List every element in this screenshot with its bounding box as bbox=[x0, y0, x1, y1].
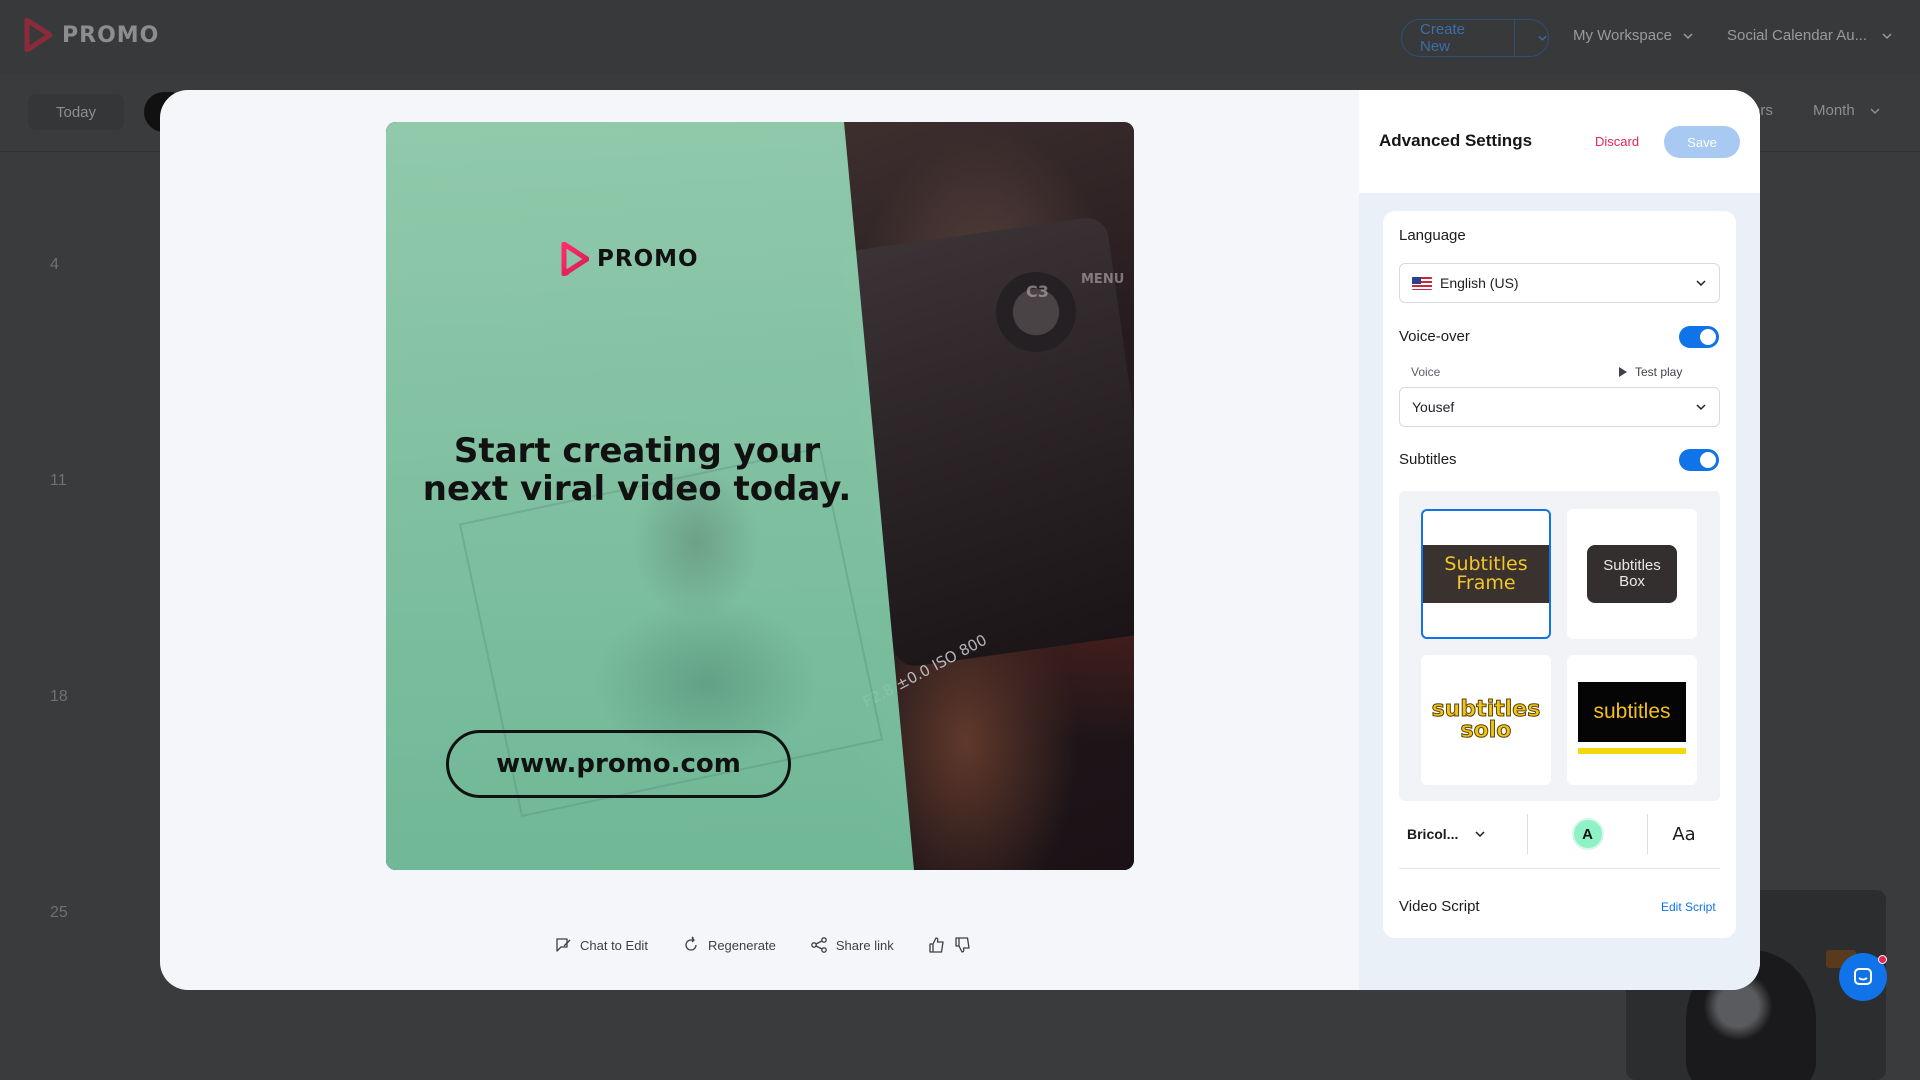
settings-header: Advanced Settings Discard Save bbox=[1359, 90, 1760, 193]
camera-label-c3: C3 bbox=[1026, 282, 1049, 301]
font-value: Bricol... bbox=[1407, 826, 1459, 842]
calendar-day: 25 bbox=[50, 904, 68, 921]
preview-area: C3 MENU F2.8 ±0.0 ISO 800 PROMO Start cr… bbox=[160, 90, 1359, 990]
chat-to-edit-label: Chat to Edit bbox=[580, 937, 648, 953]
voice-label: Voice bbox=[1411, 365, 1441, 379]
test-play-label: Test play bbox=[1635, 365, 1683, 379]
feedback-buttons bbox=[928, 936, 972, 954]
language-label: Language bbox=[1399, 227, 1466, 244]
promo-logo-icon bbox=[24, 18, 52, 52]
voiceover-label: Voice-over bbox=[1399, 328, 1470, 345]
app-logo[interactable]: PROMO bbox=[24, 18, 159, 52]
chevron-down-icon bbox=[1683, 32, 1693, 39]
thumbs-up-icon[interactable] bbox=[928, 936, 946, 954]
subtitle-style-box[interactable]: Subtitles Box bbox=[1567, 509, 1697, 639]
advanced-settings-panel: Advanced Settings Discard Save Language … bbox=[1359, 90, 1760, 990]
video-preview[interactable]: C3 MENU F2.8 ±0.0 ISO 800 PROMO Start cr… bbox=[386, 122, 1134, 870]
today-button[interactable]: Today bbox=[28, 94, 124, 130]
settings-card: Language English (US) Voice-over Voice T… bbox=[1383, 211, 1736, 938]
video-url-pill: www.promo.com bbox=[446, 730, 791, 798]
video-headline: Start creating your next viral video tod… bbox=[422, 431, 852, 509]
us-flag-icon bbox=[1412, 276, 1432, 290]
subtitles-label: Subtitles bbox=[1399, 451, 1457, 468]
workspace-dropdown[interactable]: My Workspace bbox=[1573, 27, 1694, 44]
regenerate-icon bbox=[685, 936, 697, 951]
calendar-label: Social Calendar Au... bbox=[1727, 27, 1868, 44]
share-link-button[interactable]: Share link bbox=[810, 936, 894, 954]
style-frame-preview: Subtitles Frame bbox=[1423, 545, 1549, 603]
chat-edit-icon bbox=[556, 938, 571, 952]
video-script-label: Video Script bbox=[1399, 898, 1480, 915]
app-logo-text: PROMO bbox=[62, 22, 160, 48]
voiceover-toggle[interactable] bbox=[1679, 326, 1719, 348]
settings-title: Advanced Settings bbox=[1379, 131, 1533, 150]
share-icon bbox=[811, 937, 827, 953]
chat-icon bbox=[1854, 968, 1872, 985]
section-divider bbox=[1399, 868, 1720, 869]
voice-select[interactable]: Yousef bbox=[1399, 387, 1720, 427]
voice-value: Yousef bbox=[1412, 399, 1455, 415]
discard-button[interactable]: Discard bbox=[1595, 134, 1639, 149]
chevron-down-icon bbox=[1882, 32, 1892, 39]
chat-to-edit-button[interactable]: Chat to Edit bbox=[554, 936, 648, 954]
language-select[interactable]: English (US) bbox=[1399, 263, 1720, 303]
chevron-down-icon bbox=[1696, 280, 1706, 287]
edit-script-link[interactable]: Edit Script bbox=[1661, 900, 1716, 914]
font-dropdown[interactable]: Bricol... bbox=[1399, 826, 1527, 842]
calendar-day: 18 bbox=[50, 688, 68, 705]
month-label: Month bbox=[1813, 102, 1855, 119]
create-new-button[interactable]: Create New bbox=[1401, 19, 1549, 57]
video-editor-modal: C3 MENU F2.8 ±0.0 ISO 800 PROMO Start cr… bbox=[160, 90, 1760, 990]
subtitle-styles: Subtitles Frame Subtitles Box subtitles sol… bbox=[1399, 491, 1720, 801]
thumbs-down-icon[interactable] bbox=[954, 936, 972, 954]
test-play-button[interactable]: Test play bbox=[1619, 365, 1682, 379]
preview-actions: Chat to Edit Regenerate Share link bbox=[554, 936, 972, 954]
workspace-label: My Workspace bbox=[1573, 27, 1672, 44]
subtitle-format-toolbar: Bricol... A Aa bbox=[1399, 809, 1720, 859]
regenerate-button[interactable]: Regenerate bbox=[682, 936, 776, 954]
subtitle-style-solo[interactable]: subtitles solo bbox=[1421, 655, 1551, 785]
regenerate-label: Regenerate bbox=[707, 937, 776, 953]
calendar-day: 11 bbox=[50, 472, 67, 489]
style-bar-preview: subtitles bbox=[1578, 682, 1686, 758]
play-icon bbox=[1619, 367, 1627, 377]
style-solo-preview: subtitles solo bbox=[1431, 697, 1541, 743]
chevron-down-icon bbox=[1475, 831, 1485, 838]
text-color-button[interactable]: A bbox=[1571, 818, 1604, 850]
style-box-preview: Subtitles Box bbox=[1587, 545, 1677, 603]
save-button[interactable]: Save bbox=[1664, 126, 1740, 158]
video-logo: PROMO bbox=[561, 242, 699, 276]
camera-label-menu: MENU bbox=[1081, 272, 1125, 287]
notification-dot bbox=[1878, 955, 1887, 964]
calendar-day: 4 bbox=[50, 256, 59, 273]
subtitle-style-frame[interactable]: Subtitles Frame bbox=[1421, 509, 1551, 639]
subtitle-style-bar[interactable]: subtitles bbox=[1567, 655, 1697, 785]
create-new-label: Create New bbox=[1420, 21, 1466, 55]
chevron-down-icon bbox=[1870, 107, 1880, 114]
text-case-button[interactable]: Aa bbox=[1648, 824, 1720, 845]
share-link-label: Share link bbox=[835, 937, 894, 953]
subtitles-toggle[interactable] bbox=[1679, 449, 1719, 471]
calendar-dropdown[interactable]: Social Calendar Au... bbox=[1727, 27, 1893, 44]
support-chat-button[interactable] bbox=[1839, 953, 1887, 1001]
month-dropdown[interactable]: Month bbox=[1813, 102, 1881, 119]
chevron-down-icon bbox=[1696, 404, 1706, 411]
color-picker-wrap: A bbox=[1528, 818, 1647, 850]
chevron-down-icon bbox=[1538, 35, 1547, 41]
promo-logo-icon bbox=[561, 242, 589, 276]
language-value: English (US) bbox=[1440, 275, 1519, 291]
video-logo-text: PROMO bbox=[597, 246, 699, 272]
create-new-divider bbox=[1514, 20, 1516, 56]
